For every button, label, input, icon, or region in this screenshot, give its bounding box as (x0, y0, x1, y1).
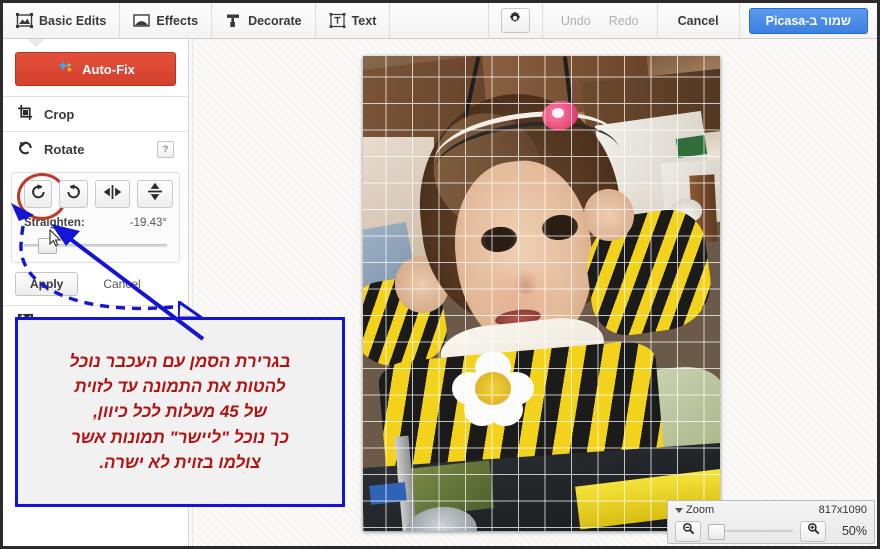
rotate-right-button[interactable] (59, 180, 88, 208)
callout-pointer (178, 301, 204, 319)
sidebar-item-crop[interactable]: Crop (3, 96, 188, 131)
chevron-down-icon[interactable] (675, 507, 683, 513)
rotate-button-group (17, 173, 173, 220)
rotate-controls-panel: Straighten: -19.43° (11, 172, 180, 263)
save-area: שמור ב-Picasa (740, 3, 877, 38)
cancel-area: Cancel (658, 3, 740, 38)
save-to-picasa-button[interactable]: שמור ב-Picasa (748, 7, 868, 34)
rotate-left-button[interactable] (17, 173, 67, 220)
tab-decorate-label: Decorate (248, 13, 302, 28)
auto-fix-button[interactable]: Auto-Fix (15, 52, 176, 86)
autofix-area: Auto-Fix (3, 39, 188, 96)
straighten-row: Straighten: -19.43° (18, 208, 173, 229)
zoom-out-button[interactable] (675, 520, 701, 542)
flip-horizontal-icon (102, 184, 123, 205)
tab-text-label: Text (351, 13, 377, 28)
image-edits-icon (16, 13, 33, 28)
zoom-title: Zoom (686, 504, 715, 516)
flip-vertical-button[interactable] (137, 180, 173, 208)
stamp-icon (225, 13, 242, 28)
zoom-bar-header: Zoom 817x1090 (668, 501, 874, 519)
sidebar-item-rotate[interactable]: Rotate ? (3, 131, 188, 166)
apply-button[interactable]: Apply (15, 272, 79, 296)
mouse-cursor-icon (49, 229, 62, 247)
sparkle-icon (56, 60, 74, 79)
cancel-button[interactable]: Cancel (672, 11, 725, 31)
apply-cancel-row: Apply Cancel (3, 263, 188, 299)
auto-fix-label: Auto-Fix (82, 61, 135, 77)
tab-decorate[interactable]: Decorate (212, 3, 316, 38)
crop-label: Crop (44, 106, 75, 122)
straighten-slider[interactable] (24, 238, 167, 254)
rotate-right-icon (65, 183, 82, 205)
text-box-icon (329, 13, 346, 28)
magnifier-plus-icon (807, 522, 820, 540)
tab-effects-label: Effects (156, 13, 199, 28)
rotate-help-button[interactable]: ? (157, 140, 174, 158)
photo-preview[interactable] (363, 56, 720, 531)
straighten-label: Straighten: (24, 217, 85, 229)
image-dimensions: 817x1090 (818, 504, 867, 516)
active-tab-notch (27, 39, 45, 47)
settings-area (489, 3, 543, 38)
straighten-grid-overlay (363, 56, 720, 531)
redo-button[interactable]: Redo (601, 11, 647, 31)
flip-vertical-icon (147, 181, 163, 207)
tab-text[interactable]: Text (316, 3, 391, 38)
rotate-ccw-icon (17, 139, 34, 159)
straighten-value: -19.43° (129, 217, 167, 229)
picasa-editor-window: Basic Edits Effects Decorate Text Undo R… (0, 0, 880, 549)
magnifier-minus-icon (682, 522, 695, 540)
instruction-callout: בגרירת הסמן עם העכבר נוכל להטות את התמונ… (15, 317, 345, 507)
tab-basic-edits[interactable]: Basic Edits (3, 3, 121, 38)
tab-basic-edits-label: Basic Edits (39, 13, 107, 28)
zoom-bar: Zoom 817x1090 50% (667, 500, 875, 544)
instruction-callout-text: בגרירת הסמן עם העכבר נוכל להטות את התמונ… (69, 352, 291, 472)
undo-redo-group: Undo Redo (543, 3, 658, 38)
rotate-cancel-button[interactable]: Cancel (88, 272, 155, 296)
zoom-slider-handle[interactable] (708, 524, 725, 540)
top-toolbar: Basic Edits Effects Decorate Text Undo R… (3, 3, 877, 39)
tab-effects[interactable]: Effects (120, 3, 213, 38)
settings-button[interactable] (500, 8, 530, 33)
zoom-in-button[interactable] (800, 520, 826, 542)
toolbar-spacer (390, 3, 489, 38)
zoom-bar-controls: 50% (668, 519, 874, 543)
gear-icon (508, 11, 522, 30)
undo-button[interactable]: Undo (553, 11, 599, 31)
flip-horizontal-button[interactable] (94, 180, 131, 208)
rotate-left-icon (30, 183, 47, 205)
zoom-title-group[interactable]: Zoom (675, 504, 714, 516)
rotate-label: Rotate (44, 141, 85, 157)
zoom-slider[interactable] (708, 523, 793, 540)
crop-icon (17, 104, 34, 124)
effects-image-icon (133, 13, 151, 28)
zoom-percent: 50% (841, 524, 867, 538)
